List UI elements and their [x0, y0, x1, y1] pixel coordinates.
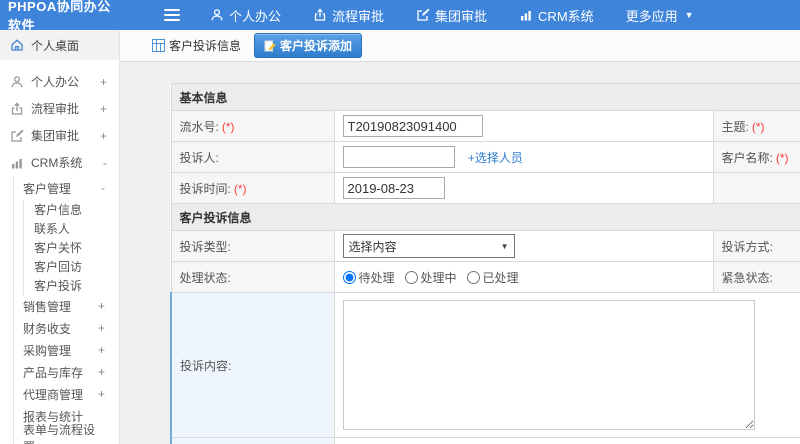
expand-icon[interactable]: + [98, 299, 105, 313]
serial-input[interactable] [342, 115, 483, 137]
radio-processed-input[interactable] [466, 270, 480, 284]
nav-group-approval[interactable]: 集团审批 [416, 6, 487, 25]
sidebar-item-customer-info[interactable]: 客户信息 [24, 200, 119, 219]
workflow-icon [313, 8, 327, 22]
caret-down-icon: ▼ [684, 10, 694, 20]
nav-personal-office[interactable]: 个人办公 [210, 6, 281, 25]
nav-crm-system[interactable]: CRM系统 [519, 6, 594, 25]
top-bar: PHPOA协同办公软件 个人办公 流程审批 集团审批 CRM系统 更多应用 ▼ [0, 0, 800, 33]
choose-person-link[interactable]: +选择人员 [468, 151, 523, 165]
complainant-label: 投诉人: [170, 141, 335, 173]
radio-processed[interactable]: 已处理 [466, 269, 519, 286]
home-icon [10, 38, 24, 52]
complaint-type-label: 投诉类型: [170, 230, 335, 262]
tab-complaint-add[interactable]: 客户投诉添加 [254, 33, 363, 58]
required-mark: (*) [775, 150, 789, 165]
chart-icon [519, 8, 533, 22]
sidebar-item-purchase-mgmt[interactable]: 采购管理 + [14, 339, 119, 361]
handle-status-radios: 待处理 处理中 已处理 [342, 269, 705, 286]
tab-bar: 客户投诉信息 客户投诉添加 [120, 30, 800, 62]
workflow-icon [10, 102, 24, 116]
sidebar-item-personal-office[interactable]: 个人办公 + [0, 68, 119, 95]
complainant-input [342, 146, 455, 168]
next-row-label [170, 437, 335, 444]
required-mark: (*) [221, 119, 235, 134]
sidebar: 个人桌面 个人办公 + 流程审批 + 集团审批 + CRM系统 - 客户管理 -… [0, 30, 120, 444]
expand-icon[interactable]: + [100, 129, 107, 143]
radio-processing-input[interactable] [404, 270, 418, 284]
crm-submenu: 客户管理 - 客户信息 联系人 客户关怀 客户回访 客户投诉 销售管理 + 财务… [13, 176, 119, 444]
user-icon [10, 75, 24, 89]
app-logo: PHPOA协同办公软件 [8, 0, 111, 33]
complaint-method-label: 投诉方式: [712, 230, 800, 262]
required-mark: (*) [751, 119, 765, 134]
sidebar-item-customer-visit[interactable]: 客户回访 [24, 257, 119, 276]
radio-processing[interactable]: 处理中 [404, 269, 457, 286]
user-icon [210, 8, 224, 22]
complaint-time-label: 投诉时间: (*) [170, 172, 335, 204]
complaint-content-label: 投诉内容: [170, 292, 335, 438]
sidebar-item-customer-care[interactable]: 客户关怀 [24, 238, 119, 257]
nav-more-apps[interactable]: 更多应用 ▼ [626, 6, 694, 25]
sidebar-item-workflow-approval[interactable]: 流程审批 + [0, 95, 119, 122]
customer-name-label: 客户名称: (*) [712, 141, 800, 173]
edit-page-icon [264, 40, 276, 52]
table-icon [152, 39, 165, 52]
edit-icon [416, 8, 430, 22]
sidebar-item-contacts[interactable]: 联系人 [24, 219, 119, 238]
sidebar-item-crm-system[interactable]: CRM系统 - [0, 149, 119, 176]
sidebar-item-agent-mgmt[interactable]: 代理商管理 + [14, 383, 119, 405]
collapse-icon[interactable]: - [103, 156, 107, 170]
menu-icon[interactable] [164, 6, 180, 24]
sidebar-item-sales-mgmt[interactable]: 销售管理 + [14, 295, 119, 317]
nav-workflow-approval[interactable]: 流程审批 [313, 6, 384, 25]
complaint-time-input[interactable] [342, 177, 445, 199]
section-header-complaint: 客户投诉信息 [170, 203, 800, 231]
expand-icon[interactable]: + [100, 75, 107, 89]
expand-icon[interactable]: + [98, 365, 105, 379]
chart-icon [10, 156, 24, 170]
sidebar-item-group-approval[interactable]: 集团审批 + [0, 122, 119, 149]
main-area: 客户投诉信息 客户投诉添加 基本信息 流水号: (*) T20190823091… [120, 30, 800, 444]
expand-icon[interactable]: + [98, 343, 105, 357]
required-mark: (*) [233, 181, 247, 196]
sidebar-item-customer-complaint[interactable]: 客户投诉 [24, 276, 119, 295]
radio-pending[interactable]: 待处理 [342, 269, 395, 286]
edit-icon [10, 129, 24, 143]
sidebar-item-finance[interactable]: 财务收支 + [14, 317, 119, 339]
complaint-type-select[interactable]: 选择内容 ▼ [342, 234, 515, 258]
caret-down-icon: ▼ [500, 241, 509, 251]
complaint-form-table: 基本信息 流水号:(*) 主题:(*) 投诉人: [170, 83, 800, 444]
subject-label: 主题: (*) [712, 110, 800, 142]
sidebar-item-products-inventory[interactable]: 产品与库存 + [14, 361, 119, 383]
form-content: 基本信息 流水号:(*) 主题:(*) 投诉人: [120, 62, 800, 444]
sidebar-item-form-flow-settings[interactable]: 表单与流程设置+ [14, 423, 119, 444]
top-nav: 个人办公 流程审批 集团审批 CRM系统 更多应用 ▼ [210, 6, 694, 25]
tab-complaint-list[interactable]: 客户投诉信息 [152, 37, 241, 54]
collapse-icon[interactable]: - [101, 181, 105, 195]
radio-pending-input[interactable] [342, 270, 356, 284]
expand-icon[interactable]: + [98, 321, 105, 335]
sidebar-item-customer-mgmt[interactable]: 客户管理 - [14, 176, 119, 200]
handle-status-label: 处理状态: [170, 261, 335, 293]
complaint-content-textarea[interactable] [342, 300, 755, 430]
expand-icon[interactable]: + [100, 102, 107, 116]
expand-icon[interactable]: + [98, 387, 105, 401]
section-header-basic: 基本信息 [170, 83, 800, 111]
urgent-status-label: 紧急状态: [712, 261, 800, 293]
customer-submenu: 客户信息 联系人 客户关怀 客户回访 客户投诉 [23, 200, 119, 295]
serial-label: 流水号: (*) [170, 110, 335, 142]
sidebar-item-desktop[interactable]: 个人桌面 [0, 30, 119, 60]
